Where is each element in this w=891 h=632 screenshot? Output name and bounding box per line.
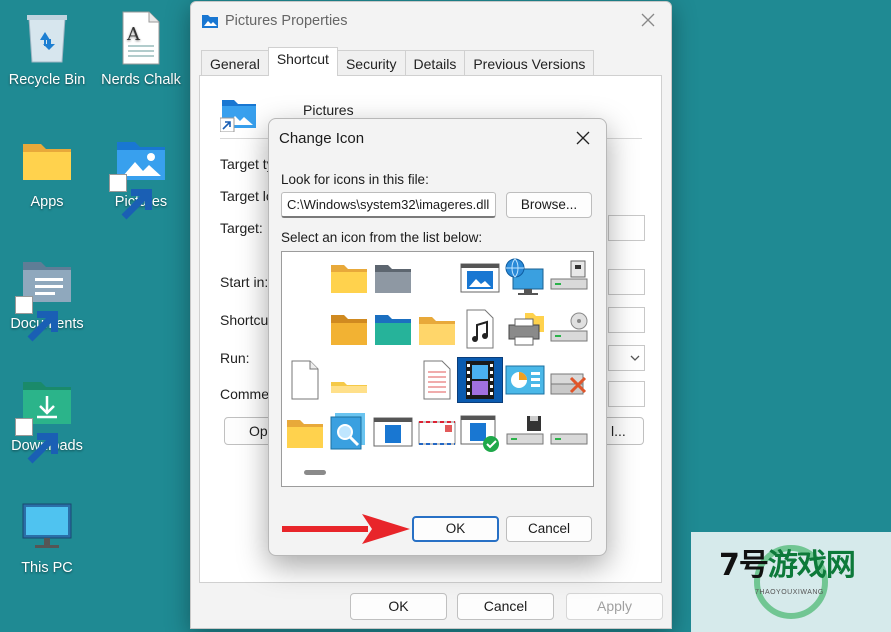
desktop-icon-recycle-bin[interactable]: Recycle Bin: [1, 10, 93, 88]
shortcut-name: Pictures: [303, 102, 354, 118]
disconnected-drive-icon[interactable]: [547, 358, 591, 402]
look-for-label: Look for icons in this file:: [281, 172, 429, 187]
tab-general[interactable]: General: [201, 50, 269, 76]
tab-strip: General Shortcut Security Details Previo…: [201, 47, 595, 76]
desktop-icon-downloads[interactable]: Downloads: [1, 376, 93, 464]
desktop-icon-this-pc[interactable]: This PC: [1, 498, 93, 576]
search-files-icon[interactable]: [327, 410, 371, 454]
chevron-down-icon: [630, 355, 640, 361]
watermark-logo: 7号游戏网: [719, 548, 856, 583]
close-icon[interactable]: [639, 11, 657, 29]
window-title: Pictures Properties: [225, 13, 348, 29]
desktop-icon-nerds-chalk[interactable]: A Nerds Chalk: [95, 10, 187, 88]
start-in-field[interactable]: [608, 269, 645, 295]
shortcut-key-field[interactable]: [608, 307, 645, 333]
desktop-icon-documents[interactable]: Documents: [1, 254, 93, 342]
tab-previous-versions[interactable]: Previous Versions: [464, 50, 595, 76]
gray-folder-icon[interactable]: [371, 255, 415, 299]
target-location-label: Target lo: [220, 188, 274, 204]
shortcut-arrow-icon: [109, 174, 152, 220]
run-select[interactable]: [608, 345, 645, 371]
dialog-title: Change Icon: [279, 130, 365, 147]
props-cancel-button[interactable]: Cancel: [457, 593, 554, 620]
target-label: Target:: [220, 220, 263, 236]
target-type-label: Target ty: [220, 156, 274, 172]
desktop-icon-label: Recycle Bin: [8, 72, 86, 88]
props-apply-button[interactable]: Apply: [566, 593, 663, 620]
downloads-folder-icon: [15, 376, 75, 464]
folder-icon[interactable]: [327, 255, 371, 299]
open-folder-icon[interactable]: [327, 307, 371, 351]
mail-envelope-icon[interactable]: [415, 410, 459, 454]
network-globe-monitor-icon[interactable]: [503, 255, 547, 299]
picture-window-icon[interactable]: [458, 255, 502, 299]
tab-details[interactable]: Details: [404, 50, 466, 76]
blank-file-icon[interactable]: [283, 358, 327, 402]
desktop-icon-label: Nerds Chalk: [101, 72, 181, 88]
folder-icon[interactable]: [283, 410, 327, 454]
icon-file-path-input[interactable]: [281, 192, 496, 218]
lined-document-icon[interactable]: [415, 358, 459, 402]
text-document-icon: A: [113, 10, 169, 66]
music-file-icon[interactable]: [458, 307, 502, 351]
folder-icon: [19, 132, 75, 188]
desktop-icon-pictures[interactable]: Pictures: [95, 132, 187, 220]
target-field[interactable]: [608, 215, 645, 241]
horizontal-scrollbar-thumb[interactable]: [304, 470, 326, 475]
pictures-shortcut-icon: [220, 100, 256, 132]
pictures-folder-icon: [109, 132, 169, 220]
green-folder-icon[interactable]: [371, 307, 415, 351]
close-icon[interactable]: [574, 129, 592, 147]
red-arrow-annotation: [282, 514, 410, 544]
floppy-drive-icon[interactable]: [503, 410, 547, 454]
printer-folder-icon[interactable]: [503, 307, 547, 351]
shortcut-key-label: Shortcut: [220, 312, 273, 328]
icon-list[interactable]: [281, 251, 594, 487]
window-app-icon[interactable]: [371, 410, 415, 454]
desktop-icon-label: Apps: [30, 194, 64, 210]
drive-with-device-icon[interactable]: [547, 255, 591, 299]
film-strip-icon[interactable]: [457, 357, 503, 403]
browse-button[interactable]: Browse...: [506, 192, 592, 218]
run-label: Run:: [220, 350, 250, 366]
title-bar[interactable]: Pictures Properties: [191, 2, 671, 40]
control-panel-icon[interactable]: [503, 358, 547, 402]
watermark: 7号游戏网 7HAOYOUXIWANG: [691, 532, 891, 632]
change-icon-dialog: Change Icon Look for icons in this file:…: [268, 118, 607, 556]
start-in-label: Start in:: [220, 274, 269, 290]
tab-shortcut[interactable]: Shortcut: [267, 47, 338, 76]
hard-drive-icon[interactable]: [547, 410, 591, 454]
desktop-icon-label: This PC: [21, 560, 73, 576]
documents-folder-icon: [15, 254, 75, 342]
monitor-icon: [19, 498, 75, 554]
shortcut-arrow-icon: [15, 296, 58, 342]
verified-app-icon[interactable]: [458, 410, 502, 454]
props-ok-button[interactable]: OK: [350, 593, 447, 620]
svg-text:A: A: [126, 24, 141, 45]
dialog-ok-button[interactable]: OK: [412, 516, 499, 542]
cd-drive-icon[interactable]: [547, 307, 591, 351]
flat-folder-icon[interactable]: [327, 358, 371, 402]
watermark-subtitle: 7HAOYOUXIWANG: [755, 589, 824, 596]
shortcut-arrow-icon: [15, 418, 58, 464]
comment-field[interactable]: [608, 381, 645, 407]
pictures-folder-icon: [202, 15, 218, 28]
select-icon-label: Select an icon from the list below:: [281, 230, 483, 245]
desktop-icon-apps[interactable]: Apps: [1, 132, 93, 210]
tab-security[interactable]: Security: [336, 50, 406, 76]
yellow-folder-icon[interactable]: [415, 307, 459, 351]
dialog-cancel-button[interactable]: Cancel: [506, 516, 592, 542]
recycle-bin-icon: [19, 10, 75, 66]
